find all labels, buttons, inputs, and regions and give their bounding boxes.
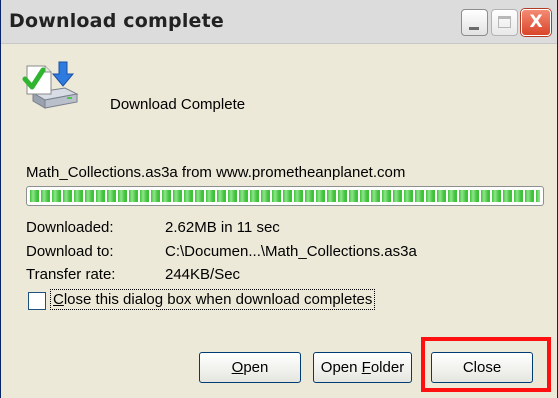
open-folder-label-post: older [370,359,405,376]
maximize-button[interactable] [491,9,518,36]
title-bar[interactable]: Download complete X [1,0,557,44]
download-to-value: C:\Documen...\Math_Collections.as3a [165,243,417,260]
transfer-rate-label: Transfer rate: [26,266,116,283]
close-button-highlight [421,337,551,392]
close-when-complete-label[interactable]: Close this dialog box when download comp… [49,289,376,310]
download-to-label: Download to: [26,243,114,260]
close-window-button[interactable]: X [521,9,551,36]
download-progress-bar [26,186,544,206]
window-title: Download complete [9,10,224,32]
close-when-complete-checkbox[interactable] [28,292,46,310]
download-complete-icon [21,60,79,112]
download-status-heading: Download Complete [110,96,246,113]
download-dialog: Download complete X Download Complete Ma… [0,0,558,398]
open-accelerator: O [231,359,244,376]
minimize-button[interactable] [461,9,488,36]
open-folder-button[interactable]: Open Folder [313,352,412,383]
checkbox-accelerator: C [53,291,64,308]
open-label: pen [243,359,269,376]
open-button[interactable]: Open [199,352,301,383]
open-folder-accelerator: F [361,359,371,376]
transfer-rate-value: 244KB/Sec [165,266,241,283]
download-source-text: Math_Collections.as3a from www.promethea… [26,164,406,181]
checkbox-label-text: lose this dialog box when download compl… [63,291,373,308]
progress-fill [30,190,540,202]
downloaded-value: 2.62MB in 11 sec [165,219,280,236]
open-folder-label-pre: Open [320,359,362,376]
downloaded-label: Downloaded: [26,219,114,236]
